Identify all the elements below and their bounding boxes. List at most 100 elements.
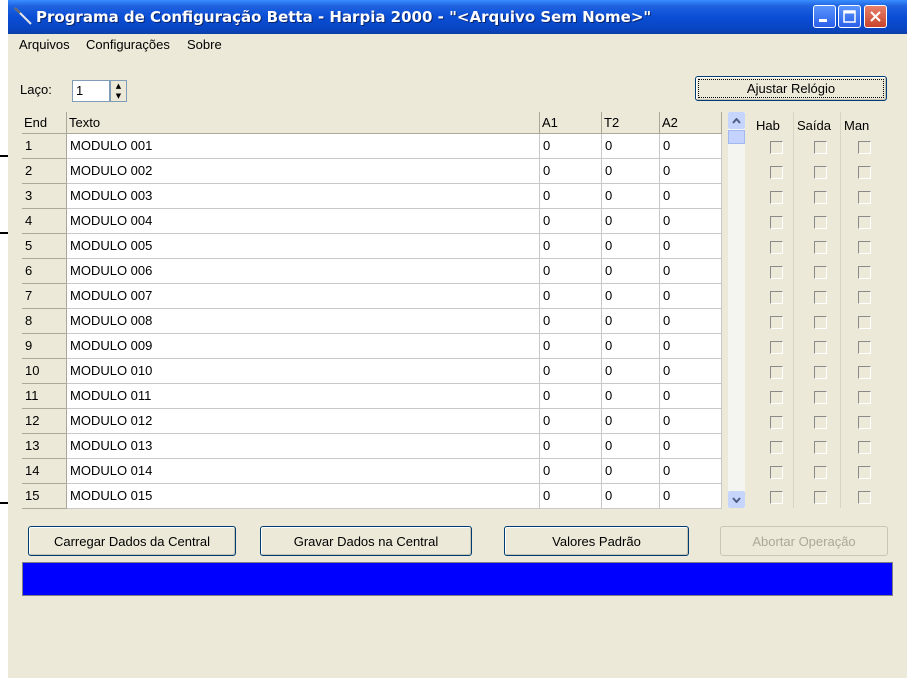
row-a1-cell[interactable]: 0 [540, 259, 602, 284]
row-a2-cell[interactable]: 0 [660, 159, 722, 184]
row-texto-cell[interactable]: MODULO 013 [67, 434, 540, 459]
saida-checkbox[interactable] [814, 316, 827, 329]
saida-checkbox[interactable] [814, 441, 827, 454]
man-checkbox[interactable] [858, 266, 871, 279]
grid-scrollbar[interactable] [728, 112, 745, 508]
row-a2-cell[interactable]: 0 [660, 209, 722, 234]
row-a2-cell[interactable]: 0 [660, 359, 722, 384]
hab-checkbox[interactable] [770, 416, 783, 429]
row-a2-cell[interactable]: 0 [660, 284, 722, 309]
laco-input[interactable]: 1 [72, 80, 110, 102]
hab-checkbox[interactable] [770, 241, 783, 254]
row-a2-cell[interactable]: 0 [660, 184, 722, 209]
close-button[interactable] [864, 5, 887, 28]
title-bar[interactable]: Programa de Configuração Betta - Harpia … [8, 0, 907, 34]
row-t2-cell[interactable]: 0 [602, 384, 660, 409]
ajustar-relogio-button[interactable]: Ajustar Relógio [695, 76, 887, 101]
row-a1-cell[interactable]: 0 [540, 134, 602, 159]
row-a2-cell[interactable]: 0 [660, 384, 722, 409]
row-a2-cell[interactable]: 0 [660, 309, 722, 334]
valores-padrao-button[interactable]: Valores Padrão [504, 526, 689, 556]
row-texto-cell[interactable]: MODULO 007 [67, 284, 540, 309]
row-a1-cell[interactable]: 0 [540, 459, 602, 484]
saida-checkbox[interactable] [814, 416, 827, 429]
hab-checkbox[interactable] [770, 216, 783, 229]
saida-checkbox[interactable] [814, 216, 827, 229]
hab-checkbox[interactable] [770, 466, 783, 479]
minimize-button[interactable] [813, 5, 836, 28]
saida-checkbox[interactable] [814, 241, 827, 254]
row-a2-cell[interactable]: 0 [660, 484, 722, 509]
row-texto-cell[interactable]: MODULO 008 [67, 309, 540, 334]
saida-checkbox[interactable] [814, 266, 827, 279]
hab-checkbox[interactable] [770, 266, 783, 279]
row-a2-cell[interactable]: 0 [660, 334, 722, 359]
row-a2-cell[interactable]: 0 [660, 434, 722, 459]
hab-checkbox[interactable] [770, 366, 783, 379]
spin-up-icon[interactable]: ▲ [111, 81, 126, 91]
row-texto-cell[interactable]: MODULO 005 [67, 234, 540, 259]
man-checkbox[interactable] [858, 241, 871, 254]
man-checkbox[interactable] [858, 366, 871, 379]
carregar-dados-button[interactable]: Carregar Dados da Central [28, 526, 236, 556]
row-texto-cell[interactable]: MODULO 012 [67, 409, 540, 434]
row-texto-cell[interactable]: MODULO 003 [67, 184, 540, 209]
row-t2-cell[interactable]: 0 [602, 309, 660, 334]
row-a2-cell[interactable]: 0 [660, 409, 722, 434]
man-checkbox[interactable] [858, 291, 871, 304]
row-t2-cell[interactable]: 0 [602, 359, 660, 384]
row-a1-cell[interactable]: 0 [540, 309, 602, 334]
row-a2-cell[interactable]: 0 [660, 134, 722, 159]
hab-checkbox[interactable] [770, 341, 783, 354]
row-texto-cell[interactable]: MODULO 002 [67, 159, 540, 184]
scroll-down-button[interactable] [728, 491, 745, 508]
row-t2-cell[interactable]: 0 [602, 234, 660, 259]
man-checkbox[interactable] [858, 316, 871, 329]
saida-checkbox[interactable] [814, 166, 827, 179]
hab-checkbox[interactable] [770, 491, 783, 504]
man-checkbox[interactable] [858, 416, 871, 429]
menu-arquivos[interactable]: Arquivos [19, 37, 70, 52]
hab-checkbox[interactable] [770, 191, 783, 204]
row-texto-cell[interactable]: MODULO 009 [67, 334, 540, 359]
row-texto-cell[interactable]: MODULO 004 [67, 209, 540, 234]
man-checkbox[interactable] [858, 191, 871, 204]
man-checkbox[interactable] [858, 141, 871, 154]
row-texto-cell[interactable]: MODULO 015 [67, 484, 540, 509]
saida-checkbox[interactable] [814, 291, 827, 304]
man-checkbox[interactable] [858, 491, 871, 504]
row-t2-cell[interactable]: 0 [602, 259, 660, 284]
row-a1-cell[interactable]: 0 [540, 484, 602, 509]
row-t2-cell[interactable]: 0 [602, 334, 660, 359]
row-texto-cell[interactable]: MODULO 010 [67, 359, 540, 384]
saida-checkbox[interactable] [814, 341, 827, 354]
saida-checkbox[interactable] [814, 141, 827, 154]
row-a1-cell[interactable]: 0 [540, 184, 602, 209]
menu-configuracoes[interactable]: Configurações [86, 37, 170, 52]
saida-checkbox[interactable] [814, 191, 827, 204]
gravar-dados-button[interactable]: Gravar Dados na Central [260, 526, 472, 556]
man-checkbox[interactable] [858, 441, 871, 454]
row-t2-cell[interactable]: 0 [602, 284, 660, 309]
saida-checkbox[interactable] [814, 466, 827, 479]
row-t2-cell[interactable]: 0 [602, 434, 660, 459]
row-a1-cell[interactable]: 0 [540, 359, 602, 384]
row-a2-cell[interactable]: 0 [660, 259, 722, 284]
laco-spinner[interactable]: ▲ ▼ [110, 80, 127, 102]
maximize-button[interactable] [838, 5, 861, 28]
row-t2-cell[interactable]: 0 [602, 459, 660, 484]
menu-sobre[interactable]: Sobre [187, 37, 222, 52]
saida-checkbox[interactable] [814, 491, 827, 504]
row-a1-cell[interactable]: 0 [540, 159, 602, 184]
row-a1-cell[interactable]: 0 [540, 209, 602, 234]
spin-down-icon[interactable]: ▼ [111, 91, 126, 101]
hab-checkbox[interactable] [770, 141, 783, 154]
hab-checkbox[interactable] [770, 316, 783, 329]
man-checkbox[interactable] [858, 391, 871, 404]
row-texto-cell[interactable]: MODULO 006 [67, 259, 540, 284]
hab-checkbox[interactable] [770, 291, 783, 304]
saida-checkbox[interactable] [814, 366, 827, 379]
man-checkbox[interactable] [858, 216, 871, 229]
row-a2-cell[interactable]: 0 [660, 459, 722, 484]
hab-checkbox[interactable] [770, 441, 783, 454]
